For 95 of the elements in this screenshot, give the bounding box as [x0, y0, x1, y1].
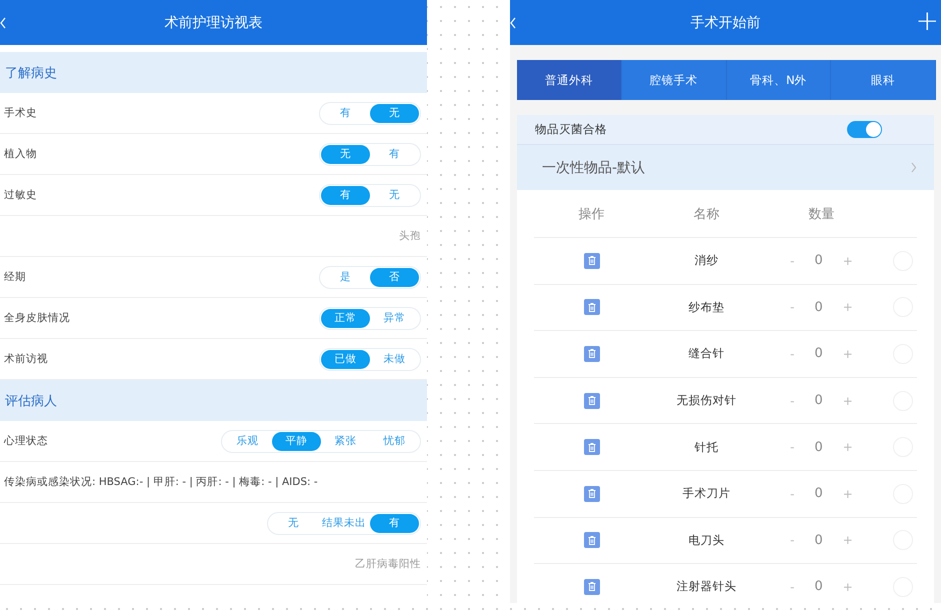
quantity-value: 0 [814, 532, 823, 548]
segment-option[interactable]: 有 [370, 514, 419, 532]
item-name: 无损伤对针 [676, 393, 736, 408]
delete-button[interactable] [584, 299, 600, 316]
segment-option[interactable]: 正常 [321, 308, 370, 328]
decrease-button[interactable]: - [790, 254, 794, 268]
decrease-button[interactable]: - [790, 533, 794, 548]
category-tab[interactable]: 普通外科 [517, 60, 622, 100]
segment-option[interactable]: 紧张 [321, 432, 370, 450]
delete-button[interactable] [584, 486, 600, 502]
info-text: 传染病或感染状况: HBSAG:- | 甲肝: - | 丙肝: - | 梅毒: - | AIDS: - [4, 475, 318, 489]
note-text: 乙肝病毒阳性 [355, 557, 421, 571]
section-title: 了解病史 [5, 64, 57, 82]
category-label: 一次性物品-默认 [542, 158, 646, 176]
delete-button[interactable] [584, 252, 600, 269]
quantity-value: 0 [814, 440, 823, 455]
trash-icon [588, 396, 596, 406]
item-name: 手术刀片 [682, 486, 730, 502]
increase-button[interactable]: + [842, 346, 853, 361]
trash-icon [588, 302, 596, 312]
field-label: 全身皮肤情况 [4, 311, 70, 325]
decrease-button[interactable]: - [790, 580, 794, 594]
trash-icon [588, 442, 596, 452]
segment-option[interactable]: 有 [321, 104, 370, 122]
segment-option[interactable]: 有 [321, 186, 370, 204]
add-button[interactable]: + [916, 6, 941, 38]
quantity-value: 0 [814, 346, 823, 362]
delete-button[interactable] [584, 578, 600, 595]
segment-option[interactable]: 忧郁 [370, 432, 419, 450]
decrease-button[interactable]: - [790, 394, 794, 408]
back-icon[interactable] [0, 16, 6, 28]
quantity-value: 0 [814, 253, 823, 268]
delete-button[interactable] [584, 532, 600, 548]
quantity-value: 0 [814, 393, 823, 408]
segment-option[interactable]: 无 [269, 514, 318, 532]
segment-option[interactable]: 异常 [370, 308, 419, 328]
decrease-button[interactable]: - [790, 440, 794, 454]
toggle-label: 物品灭菌合格 [535, 122, 607, 137]
quantity-value: 0 [814, 486, 823, 502]
increase-button[interactable]: + [842, 533, 853, 548]
segment-option[interactable]: 否 [370, 268, 419, 286]
note-text: 头孢 [399, 229, 421, 243]
segment-option[interactable]: 无 [370, 104, 419, 122]
field-label: 术前访视 [4, 352, 48, 366]
field-label: 心理状态 [4, 434, 48, 448]
field-label: 经期 [4, 270, 26, 284]
segment-option[interactable]: 未做 [370, 350, 419, 368]
chevron-right-icon [910, 162, 916, 173]
decrease-button[interactable]: - [790, 486, 794, 501]
field-label: 手术史 [4, 106, 37, 120]
trash-icon [588, 349, 596, 358]
segment-option[interactable]: 是 [321, 268, 370, 286]
category-tab[interactable]: 腔镜手术 [622, 60, 726, 100]
decrease-button[interactable]: - [790, 300, 794, 314]
column-header: 操作 [578, 206, 604, 222]
segment-option[interactable]: 平静 [272, 432, 321, 450]
increase-button[interactable]: + [842, 580, 853, 594]
trash-icon [588, 256, 596, 266]
increase-button[interactable]: + [842, 254, 853, 268]
screen-title: 手术开始前 [690, 14, 760, 32]
segment-option[interactable]: 有 [370, 144, 419, 164]
segment-option[interactable]: 乐观 [223, 432, 272, 450]
segment-option[interactable]: 已做 [321, 350, 370, 368]
trash-icon [588, 582, 596, 592]
field-label: 过敏史 [4, 188, 37, 202]
column-header: 名称 [694, 206, 720, 222]
decrease-button[interactable]: - [790, 346, 794, 361]
trash-icon [588, 536, 596, 545]
increase-button[interactable]: + [842, 440, 853, 454]
segment-option[interactable]: 无 [321, 144, 370, 164]
delete-button[interactable] [584, 392, 600, 409]
delete-button[interactable] [584, 439, 600, 456]
increase-button[interactable]: + [842, 486, 853, 501]
section-title: 评估病人 [5, 392, 57, 410]
back-icon[interactable] [510, 16, 516, 28]
segment-option[interactable]: 结果未出 [318, 514, 370, 532]
item-name: 缝合针 [688, 346, 724, 362]
item-name: 针托 [694, 440, 718, 455]
item-name: 消纱 [694, 253, 718, 268]
quantity-value: 0 [814, 579, 823, 594]
category-tab[interactable]: 眼科 [831, 60, 936, 100]
screen-title: 术前护理访视表 [164, 14, 262, 32]
item-name: 注射器针头 [676, 579, 736, 594]
category-tab[interactable]: 骨科、N外 [726, 60, 832, 100]
increase-button[interactable]: + [842, 300, 853, 314]
trash-icon [588, 489, 596, 498]
toggle-switch[interactable] [847, 121, 882, 138]
delete-button[interactable] [584, 346, 600, 362]
segment-option[interactable]: 无 [370, 186, 419, 204]
column-header: 数量 [808, 206, 834, 222]
item-name: 纱布垫 [688, 300, 724, 315]
quantity-value: 0 [814, 300, 823, 315]
field-label: 植入物 [4, 147, 37, 161]
item-name: 电刀头 [688, 532, 724, 548]
increase-button[interactable]: + [842, 394, 853, 408]
